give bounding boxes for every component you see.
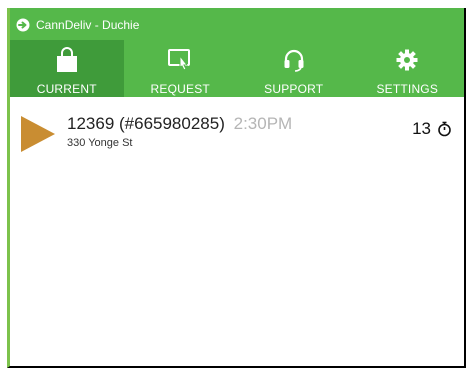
title-bar: CannDeliv - Duchie bbox=[16, 16, 139, 34]
tab-support-label: SUPPORT bbox=[264, 82, 324, 96]
order-number: 12369 (#665980285) bbox=[67, 114, 225, 133]
tab-current-label: CURRENT bbox=[36, 82, 97, 96]
gear-icon bbox=[393, 46, 421, 74]
tab-support[interactable]: SUPPORT bbox=[237, 40, 351, 97]
order-address: 330 Yonge St bbox=[67, 137, 133, 149]
order-list: 12369 (#665980285) 2:30PM 330 Yonge St 1… bbox=[10, 97, 464, 366]
headset-icon bbox=[280, 46, 308, 74]
stopwatch-icon bbox=[438, 121, 451, 137]
window-title: CannDeliv - Duchie bbox=[36, 18, 140, 32]
order-title: 12369 (#665980285) 2:30PM bbox=[67, 114, 292, 134]
tab-settings[interactable]: SETTINGS bbox=[351, 40, 465, 97]
app-logo-icon bbox=[16, 18, 30, 32]
countdown-value: 13 bbox=[412, 119, 431, 138]
tab-request[interactable]: REQUEST bbox=[124, 40, 238, 97]
order-time: 2:30PM bbox=[233, 114, 293, 133]
play-icon[interactable] bbox=[21, 116, 55, 152]
request-touch-icon bbox=[166, 46, 194, 74]
shopping-bag-icon bbox=[53, 46, 81, 74]
tab-current[interactable]: CURRENT bbox=[10, 40, 124, 97]
tab-bar: CURRENT REQUEST SUPPORT SETTINGS bbox=[10, 40, 464, 97]
countdown: 13 bbox=[412, 119, 452, 139]
app-window: CannDeliv - Duchie CURRENT REQUEST SUPPO… bbox=[7, 8, 466, 368]
header: CannDeliv - Duchie CURRENT REQUEST SUPPO… bbox=[10, 8, 464, 97]
list-item[interactable]: 12369 (#665980285) 2:30PM 330 Yonge St 1… bbox=[10, 114, 464, 160]
tab-request-label: REQUEST bbox=[150, 82, 210, 96]
tab-settings-label: SETTINGS bbox=[376, 82, 439, 96]
